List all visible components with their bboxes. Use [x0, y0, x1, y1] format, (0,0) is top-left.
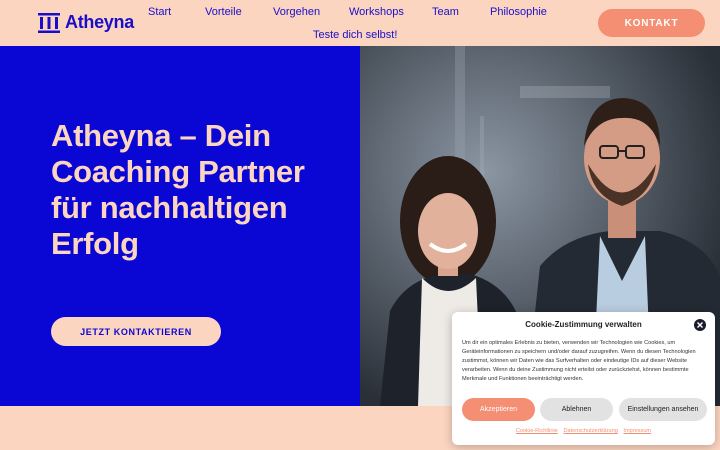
close-icon[interactable]	[693, 318, 707, 332]
cookie-dialog-title: Cookie-Zustimmung verwalten	[525, 320, 642, 329]
datenschutzerklaerung-link[interactable]: Datenschutzerklärung	[563, 428, 617, 434]
kontakt-button[interactable]: KONTAKT	[598, 9, 705, 37]
logo[interactable]: Atheyna	[38, 12, 134, 33]
logo-text: Atheyna	[65, 12, 134, 32]
ablehnen-button[interactable]: Ablehnen	[540, 398, 613, 421]
cookie-richtlinie-link[interactable]: Cookie-Richtlinie	[516, 428, 558, 434]
nav-start[interactable]: Start	[148, 6, 171, 18]
site-header: Atheyna Start Vorteile Vorgehen Workshop…	[0, 0, 720, 46]
pillars-logo-icon	[38, 12, 60, 33]
nav-team[interactable]: Team	[432, 6, 459, 18]
cookie-dialog-text: Um dir ein optimales Erlebnis zu bieten,…	[462, 340, 696, 382]
impressum-link[interactable]: Impressum	[623, 428, 651, 434]
akzeptieren-button[interactable]: Akzeptieren	[462, 398, 535, 421]
hero-title: Atheyna – Dein Coaching Partner für nach…	[51, 118, 305, 261]
nav-philosophie[interactable]: Philosophie	[490, 6, 547, 18]
nav-vorteile[interactable]: Vorteile	[205, 6, 242, 18]
nav-workshops[interactable]: Workshops	[349, 6, 404, 18]
jetzt-kontaktieren-button[interactable]: JETZT KONTAKTIEREN	[51, 317, 221, 346]
nav-teste-dich-selbst[interactable]: Teste dich selbst!	[313, 29, 397, 41]
nav-vorgehen[interactable]: Vorgehen	[273, 6, 320, 18]
einstellungen-ansehen-button[interactable]: Einstellungen ansehen	[619, 398, 707, 421]
cookie-consent-dialog: Cookie-Zustimmung verwalten Um dir ein o…	[452, 312, 715, 445]
cookie-links: Cookie-Richtlinie Datenschutzerklärung I…	[452, 428, 715, 434]
